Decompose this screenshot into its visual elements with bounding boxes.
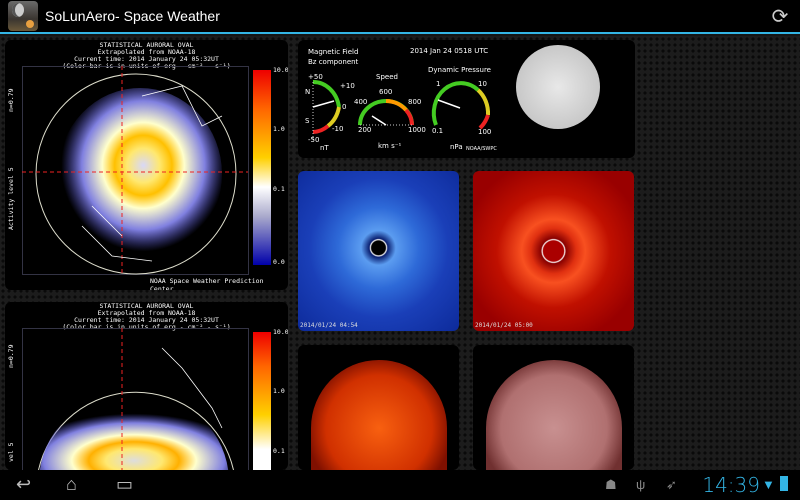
sun-euv-image[interactable] xyxy=(298,345,459,470)
mag-tick: +10 xyxy=(340,82,355,90)
back-icon[interactable]: ↩ xyxy=(16,474,31,494)
home-icon[interactable]: ⌂ xyxy=(66,474,77,494)
press-tick: 0.1 xyxy=(432,127,444,135)
gauge-credit: NOAA/SWPC xyxy=(466,146,497,152)
speed-tick: 200 xyxy=(358,126,372,134)
credit: NOAA Space Weather Prediction Center xyxy=(150,277,264,290)
color-bar xyxy=(253,70,271,265)
battery-icon xyxy=(780,476,788,491)
mag-s: S xyxy=(305,117,310,125)
n-value: n=0.79 xyxy=(7,88,15,112)
clock: 14:39 xyxy=(702,473,760,497)
speed-tick: 1000 xyxy=(408,126,426,134)
mag-unit: nT xyxy=(320,144,329,152)
speed-tick: 600 xyxy=(379,88,393,96)
mag-tick: +50 xyxy=(308,73,323,81)
aurora-map xyxy=(22,328,249,470)
system-nav-bar: ↩ ⌂ ▭ ☗ ψ ➶ 14:39 ▼ xyxy=(0,470,800,500)
speed-tick: 400 xyxy=(354,98,368,106)
timestamp: 2014/01/24 04:54 xyxy=(300,322,358,329)
aurora-oval-panel-south[interactable]: STATISTICAL AURORAL OVAL Extrapolated fr… xyxy=(5,302,288,470)
speed-tick: 800 xyxy=(408,98,422,106)
sun-halpha-image[interactable] xyxy=(473,345,634,470)
cb-max: 10.0 xyxy=(273,66,288,74)
cb-min: 0.0 xyxy=(273,258,285,266)
android-debug-icon: ☗ xyxy=(605,477,617,492)
location-icon: ➶ xyxy=(666,477,677,492)
cb-01: 0.1 xyxy=(273,447,285,455)
app-title: SoLunAero- Space Weather xyxy=(45,8,220,24)
lasco-c2-image[interactable]: 2014/01/24 05:00 xyxy=(473,171,634,331)
color-bar xyxy=(253,332,271,470)
press-unit: nPa xyxy=(450,143,463,151)
n-value: n=0.79 xyxy=(7,344,15,368)
mag-tick: -10 xyxy=(332,125,344,133)
aurora-oval-panel-north[interactable]: STATISTICAL AURORAL OVAL Extrapolated fr… xyxy=(5,40,288,290)
cb-01: 0.1 xyxy=(273,185,285,193)
activity-level: Activity level 5 xyxy=(7,167,15,230)
speed-unit: km s⁻¹ xyxy=(378,142,402,150)
press-tick: 1 xyxy=(436,80,441,88)
wifi-icon: ▼ xyxy=(762,477,775,492)
cb-max: 10.0 xyxy=(273,328,288,336)
refresh-icon[interactable]: ⟳ xyxy=(770,7,790,27)
sun-disk xyxy=(486,360,622,470)
mag-tick: 0 xyxy=(342,103,347,111)
recent-apps-icon[interactable]: ▭ xyxy=(116,474,133,494)
gauge-graphics xyxy=(312,79,491,140)
sun-whitelight-image[interactable] xyxy=(516,45,600,129)
timestamp: 2014/01/24 05:00 xyxy=(475,322,533,329)
action-bar: SoLunAero- Space Weather ⟳ xyxy=(0,0,800,34)
mag-n: N xyxy=(305,88,311,96)
lasco-c3-image[interactable]: 2014/01/24 04:54 xyxy=(298,171,459,331)
activity-level: vel 5 xyxy=(7,442,15,462)
cb-1: 1.0 xyxy=(273,125,285,133)
aurora-map xyxy=(22,66,249,275)
mag-tick: -50 xyxy=(308,136,320,144)
usb-icon: ψ xyxy=(636,477,646,492)
cb-1: 1.0 xyxy=(273,387,285,395)
press-tick: 10 xyxy=(478,80,487,88)
app-icon[interactable] xyxy=(8,1,38,31)
solar-wind-gauges-panel[interactable]: Magnetic Field Bz component 2014 Jan 24 … xyxy=(298,40,635,158)
press-tick: 100 xyxy=(478,128,492,136)
sun-disk xyxy=(311,360,447,470)
